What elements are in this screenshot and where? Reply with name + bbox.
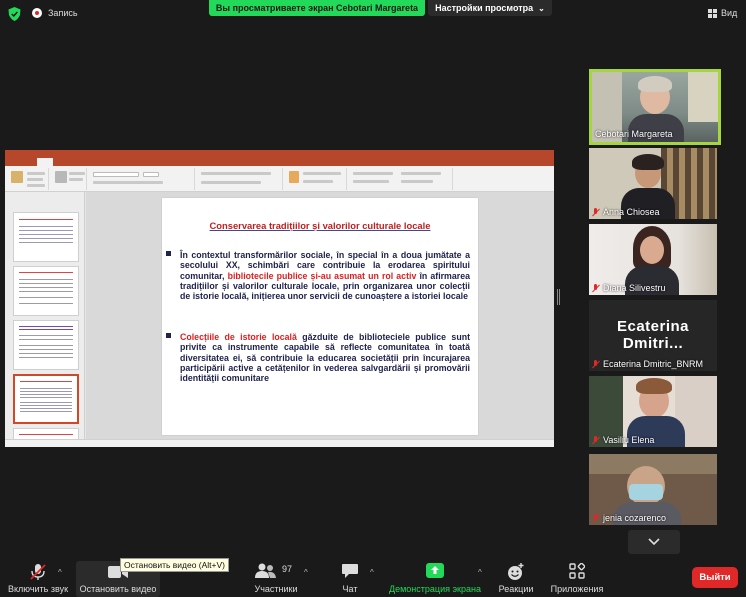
chevron-up-icon[interactable]: ^ [304,568,308,577]
chat-label: Чат [342,584,358,594]
microphone-muted-icon [592,513,599,523]
participants-button[interactable]: 97 ^ Участники [240,556,312,597]
slide-thumbnail[interactable] [13,428,79,439]
chevron-up-icon[interactable]: ^ [478,568,482,577]
leave-meeting-button[interactable]: Выйти [692,567,738,588]
reactions-label: Реакции [498,584,534,594]
recording-indicator[interactable]: Запись [32,8,78,18]
slide-title: Conservarea tradițiilor și valorilor cul… [209,220,431,231]
share-screen-label: Демонстрация экрана [389,584,481,594]
slide-thumbnail-selected[interactable] [13,374,79,424]
participant-name: Anna Chiosea [603,207,660,217]
stop-video-label: Остановить видео [79,584,157,594]
slide-highlight: Colecțiile de istorie locală [180,332,297,342]
participant-tile[interactable]: Diana Silivestru [589,224,717,295]
participants-label: Участники [254,584,298,594]
slide-thumbnail[interactable] [13,320,79,370]
chevron-up-icon[interactable]: ^ [58,568,62,577]
unmute-label: Включить звук [7,584,69,594]
share-screen-button[interactable]: ^ Демонстрация экрана [386,556,484,597]
chevron-down-icon: ⌄ [538,3,545,13]
top-bar: Запись Вы просматриваете экран Cebotari … [0,0,746,28]
apps-icon [569,563,585,579]
chat-bubble-icon [342,564,358,578]
microphone-muted-icon [592,359,599,369]
unmute-button[interactable]: ^ Включить звук [0,556,76,597]
participant-tile[interactable]: Ecaterina Dmitri... Ecaterina Dmitric_BN… [589,300,717,371]
reactions-button[interactable]: Реакции [494,556,538,597]
powerpoint-ribbon [5,166,554,192]
participants-count: 97 [282,564,293,574]
slide-thumbnail[interactable] [13,266,79,316]
view-button-label: Вид [721,8,738,18]
chat-button[interactable]: ^ Чат [326,556,374,597]
splitter-handle[interactable] [557,289,560,305]
participant-name: Vasiliu Elena [603,435,655,445]
stop-video-tooltip: Остановить видео (Alt+V) [120,558,230,572]
powerpoint-title-bar [5,150,554,158]
shared-screen[interactable]: Conservarea tradițiilor și valorilor cul… [5,150,554,447]
microphone-muted-icon [592,283,599,293]
participant-tile[interactable]: Vasiliu Elena [589,376,717,447]
recording-label: Запись [48,8,78,18]
slide-bullet: În contextul transformărilor sociale, în… [166,250,470,301]
apps-button[interactable]: Приложения [546,556,608,597]
grid-view-icon [708,8,717,18]
bullet-marker [166,333,171,338]
shield-check-icon[interactable] [8,7,21,21]
slide-editing-area: Conservarea tradițiilor și valorilor cul… [86,192,554,439]
participant-name: Diana Silivestru [603,283,666,293]
smiley-plus-icon [508,563,524,580]
participant-tile[interactable]: Anna Chiosea [589,148,717,219]
view-options-label: Настройки просмотра [435,3,534,13]
participant-tile-active-speaker[interactable]: Cebotari Margareta [589,69,721,145]
chevron-up-icon[interactable]: ^ [370,568,374,577]
slide-thumbnail[interactable] [13,212,79,262]
bullet-marker [166,251,171,256]
participant-tile[interactable]: jenia cozarenco [589,454,717,525]
record-icon [32,8,42,18]
chevron-down-icon [648,538,660,546]
viewing-screen-banner: Вы просматриваете экран Cebotari Margare… [209,0,425,16]
participant-name: Ecaterina Dmitric_BNRM [603,359,704,369]
participant-name: jenia cozarenco [603,513,667,523]
zoom-meeting-window: Запись Вы просматриваете экран Cebotari … [0,0,746,597]
slide-highlight: bibliotecile publice și-au asumat un rol… [227,270,417,281]
slide-bullet: Colecțiile de istorie locală găzduite de… [166,332,470,383]
powerpoint-status-bar [5,439,554,447]
slide-thumbnails-pane[interactable] [5,192,85,439]
slide-canvas: Conservarea tradițiilor și valorilor cul… [162,198,478,435]
microphone-muted-icon [592,207,599,217]
participant-display-name: Ecaterina Dmitri... [616,318,690,352]
participants-icon [255,563,276,578]
microphone-muted-icon [592,435,599,445]
share-screen-icon [426,563,444,578]
participant-name: Cebotari Margareta [595,129,673,139]
microphone-muted-icon [30,564,46,580]
gallery-scroll-down-button[interactable] [628,530,680,554]
powerpoint-ribbon-tabs [5,158,554,166]
apps-label: Приложения [550,584,604,594]
view-button[interactable]: Вид [708,8,737,18]
view-options-button[interactable]: Настройки просмотра ⌄ [428,0,552,16]
